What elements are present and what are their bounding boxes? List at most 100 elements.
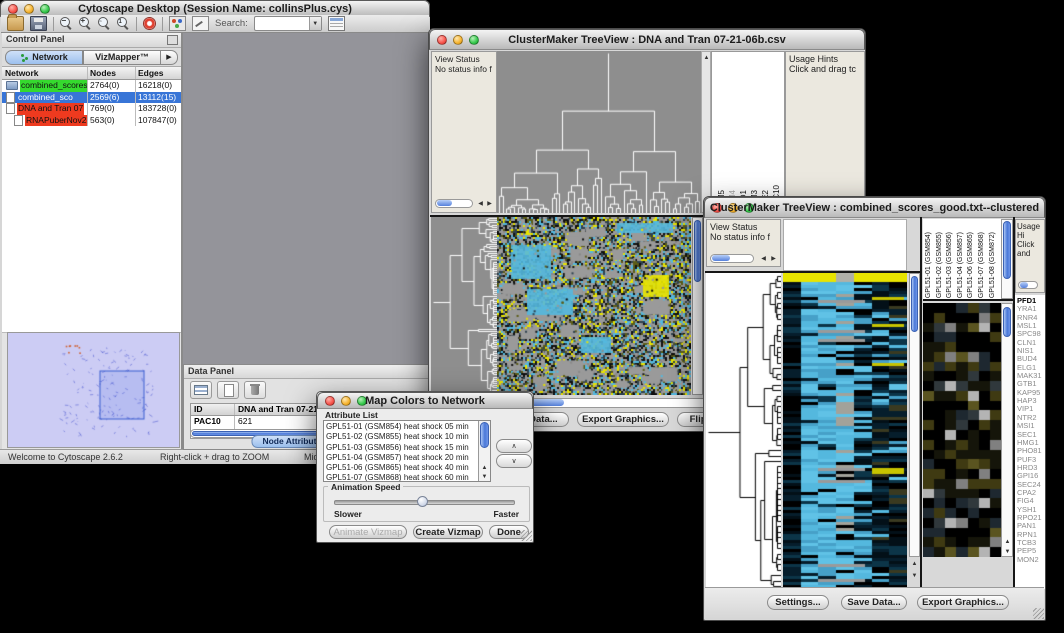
attribute-item[interactable]: GPL51-01 (GSM854) heat shock 05 min xyxy=(326,422,477,432)
scroll-left-icon[interactable] xyxy=(759,254,768,263)
undock-icon[interactable] xyxy=(167,35,178,45)
column-label[interactable]: GPL51-01 (GSM854) xyxy=(924,232,935,298)
network-row[interactable]: combined_scores 2764(0) 16218(0) xyxy=(2,80,181,92)
column-label[interactable]: GPL51-04 (GSM857) xyxy=(956,232,967,298)
zoom-selected-icon[interactable] xyxy=(98,17,111,30)
zoom-vscrollbar[interactable] xyxy=(1001,303,1013,557)
zoom-button[interactable] xyxy=(469,35,479,45)
scroll-thumb[interactable] xyxy=(1003,307,1011,337)
scroll-thumb[interactable] xyxy=(712,255,730,261)
vizmapper-icon[interactable] xyxy=(169,16,186,31)
search-dropdown-arrow[interactable]: ▼ xyxy=(309,17,321,30)
attribute-item[interactable]: GPL51-04 (GSM857) heat shock 20 min xyxy=(326,453,477,463)
tab-network[interactable]: Network xyxy=(5,50,83,65)
save-data-button[interactable]: Save Data... xyxy=(841,595,907,610)
resize-grip[interactable] xyxy=(521,530,532,541)
heatmap-vscrollbar[interactable] xyxy=(692,217,703,395)
scroll-right-icon[interactable] xyxy=(769,254,778,263)
network-row[interactable]: RNAPuberNov2+ 563(0) 107847(0) xyxy=(2,115,181,127)
minimize-button[interactable] xyxy=(728,203,738,213)
scroll-down-icon[interactable] xyxy=(480,472,489,481)
zoom-button[interactable] xyxy=(40,4,50,14)
scroll-thumb[interactable] xyxy=(1003,221,1011,279)
scroll-down-icon[interactable] xyxy=(1003,547,1012,556)
zoom-button[interactable] xyxy=(357,396,367,406)
scroll-thumb[interactable] xyxy=(530,399,564,406)
scroll-down-icon[interactable] xyxy=(910,571,919,580)
col-edges[interactable]: Edges xyxy=(136,67,181,79)
column-label[interactable]: GPL51-07 (GSM868) xyxy=(977,232,988,298)
scroll-up-icon[interactable] xyxy=(702,53,711,62)
network-row[interactable]: combined_sco 2569(6) 13112(15) xyxy=(2,92,181,104)
mini-hscrollbar[interactable] xyxy=(710,254,754,263)
scroll-thumb[interactable] xyxy=(1020,282,1028,288)
move-down-button[interactable]: ∨ xyxy=(496,454,532,468)
delete-attribute-icon[interactable] xyxy=(244,381,266,399)
zoom-in-icon[interactable] xyxy=(79,17,92,30)
animate-vizmap-button[interactable]: Animate Vizmap xyxy=(329,525,407,539)
network-row[interactable]: DNA and Tran 07 769(0) 183728(0) xyxy=(2,103,181,115)
annotation-icon[interactable] xyxy=(192,16,209,31)
slider-thumb[interactable] xyxy=(417,496,428,507)
open-file-icon[interactable] xyxy=(7,16,24,31)
scroll-right-icon[interactable] xyxy=(485,199,494,208)
heatmap-canvas[interactable] xyxy=(783,273,907,589)
row-dendrogram-canvas[interactable] xyxy=(706,273,781,589)
close-button[interactable] xyxy=(712,203,722,213)
attribute-item[interactable]: GPL51-06 (GSM865) heat shock 40 min xyxy=(326,463,477,473)
attribute-select-icon[interactable] xyxy=(190,381,212,399)
minimize-button[interactable] xyxy=(341,396,351,406)
dendrogram-scroll-strip[interactable] xyxy=(701,51,711,213)
heatmap-canvas[interactable] xyxy=(497,217,691,395)
tab-overflow-button[interactable]: ▶ xyxy=(161,50,178,65)
minimize-button[interactable] xyxy=(453,35,463,45)
save-icon[interactable] xyxy=(30,16,47,31)
attribute-item[interactable]: GPL51-07 (GSM868) heat shock 60 min xyxy=(326,473,477,482)
labels-vscrollbar[interactable] xyxy=(1001,219,1013,299)
create-vizmap-button[interactable]: Create Vizmap xyxy=(413,525,483,539)
treeview1-titlebar[interactable]: ClusterMaker TreeView : DNA and Tran 07-… xyxy=(429,29,865,50)
column-label[interactable]: GPL51-06 (GSM865) xyxy=(966,232,977,298)
minimize-button[interactable] xyxy=(24,4,34,14)
mini-hscrollbar[interactable] xyxy=(1018,281,1038,289)
settings-button[interactable]: Settings... xyxy=(767,595,829,610)
export-graphics-button[interactable]: Export Graphics... xyxy=(917,595,1009,610)
zoom-heatmap-canvas[interactable] xyxy=(923,303,1001,557)
new-attribute-icon[interactable] xyxy=(217,381,239,399)
col-network[interactable]: Network xyxy=(2,67,88,79)
column-dendrogram-canvas[interactable] xyxy=(497,51,701,213)
gene-label[interactable]: MON2 xyxy=(1017,556,1045,564)
scroll-thumb[interactable] xyxy=(694,220,701,282)
search-input[interactable]: ▼ xyxy=(254,16,322,31)
column-label[interactable]: GPL51-03 (GSM856) xyxy=(945,232,956,298)
col-id[interactable]: ID xyxy=(191,404,235,415)
resize-grip[interactable] xyxy=(1033,608,1044,619)
row-dendrogram-canvas[interactable] xyxy=(431,217,497,395)
attribute-item[interactable]: GPL51-03 (GSM856) heat shock 15 min xyxy=(326,443,477,453)
heatmap-vscrollbar[interactable] xyxy=(909,273,920,557)
export-graphics-button[interactable]: Export Graphics... xyxy=(577,412,669,427)
close-button[interactable] xyxy=(8,4,18,14)
scroll-up-icon[interactable] xyxy=(480,463,489,472)
attribute-item[interactable]: GPL51-02 (GSM855) heat shock 10 min xyxy=(326,432,477,442)
treeview2-titlebar[interactable]: ClusterMaker TreeView : combined_scores_… xyxy=(704,197,1045,218)
close-button[interactable] xyxy=(325,396,335,406)
zoom-button[interactable] xyxy=(744,203,754,213)
column-label[interactable]: GPL51-02 (GSM855) xyxy=(935,232,946,298)
scroll-thumb[interactable] xyxy=(480,422,489,448)
close-button[interactable] xyxy=(437,35,447,45)
help-lifebuoy-icon[interactable] xyxy=(143,17,156,30)
col-nodes[interactable]: Nodes xyxy=(88,67,136,79)
speed-slider[interactable] xyxy=(334,500,515,505)
zoom-out-icon[interactable] xyxy=(60,17,73,30)
import-table-icon[interactable] xyxy=(328,16,345,31)
move-up-button[interactable]: ∧ xyxy=(496,439,532,453)
mini-hscrollbar[interactable] xyxy=(435,199,473,208)
scroll-thumb[interactable] xyxy=(437,200,452,206)
zoom-fit-icon[interactable] xyxy=(117,17,130,30)
birdseye-view[interactable] xyxy=(7,332,180,448)
scroll-left-icon[interactable] xyxy=(476,199,485,208)
birdseye-canvas[interactable] xyxy=(8,333,177,445)
attribute-list[interactable]: GPL51-01 (GSM854) heat shock 05 minGPL51… xyxy=(323,420,491,482)
attribute-list-scrollbar[interactable] xyxy=(478,421,490,481)
